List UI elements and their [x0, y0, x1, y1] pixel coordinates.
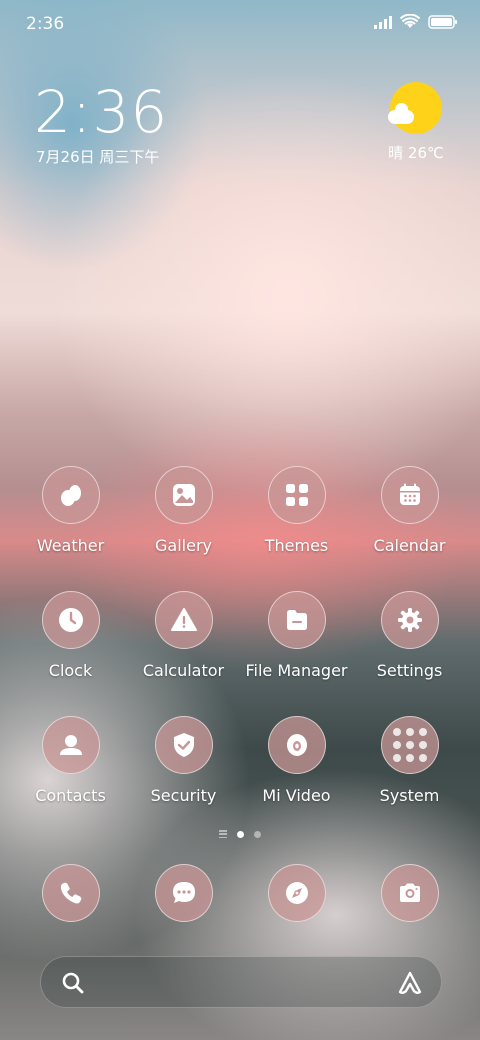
status-time: 2:36 [26, 14, 65, 34]
dock-messages[interactable] [127, 864, 240, 922]
phone-icon [41, 864, 100, 922]
app-label: Weather [36, 536, 105, 555]
app-mi-video[interactable]: Mi Video [240, 716, 353, 805]
weather-condition-temp: 晴 26℃ [388, 144, 444, 162]
search-bar[interactable] [40, 956, 442, 1008]
clock-widget-time[interactable]: 2:36 [34, 78, 168, 146]
clock-widget-date[interactable]: 7月26日 周三下午 [36, 146, 159, 167]
file-manager-icon [267, 591, 326, 649]
search-icon[interactable] [61, 971, 85, 999]
dock-phone[interactable] [14, 864, 127, 922]
app-gallery[interactable]: Gallery [127, 466, 240, 555]
app-calculator[interactable]: Calculator [127, 591, 240, 680]
battery-icon [428, 14, 458, 29]
camera-icon [380, 864, 439, 922]
weather-icon [41, 466, 100, 524]
mi-video-icon [267, 716, 326, 774]
assistant-icon[interactable] [397, 970, 423, 1000]
app-calendar[interactable]: Calendar [353, 466, 466, 555]
app-contacts[interactable]: Contacts [14, 716, 127, 805]
app-settings[interactable]: Settings [353, 591, 466, 680]
status-bar: 2:36 [0, 0, 480, 50]
settings-icon [380, 591, 439, 649]
app-label: File Manager [245, 661, 348, 680]
weather-widget[interactable]: 晴 26℃ [386, 82, 446, 163]
app-label: Mi Video [262, 786, 331, 805]
page-list-icon[interactable] [219, 830, 227, 838]
gallery-icon [154, 466, 213, 524]
themes-icon [267, 466, 326, 524]
app-themes[interactable]: Themes [240, 466, 353, 555]
folder-system[interactable]: System [353, 716, 466, 805]
wifi-icon [400, 14, 420, 29]
app-label: System [379, 786, 440, 805]
app-security[interactable]: Security [127, 716, 240, 805]
app-file-manager[interactable]: File Manager [240, 591, 353, 680]
browser-icon [267, 864, 326, 922]
dock-browser[interactable] [240, 864, 353, 922]
app-label: Security [150, 786, 217, 805]
messages-icon [154, 864, 213, 922]
app-label: Gallery [155, 536, 212, 555]
system-folder-icon [380, 716, 439, 774]
signal-icon [374, 15, 392, 29]
status-icons [374, 14, 458, 29]
app-clock[interactable]: Clock [14, 591, 127, 680]
app-weather[interactable]: Weather [14, 466, 127, 555]
calculator-icon [154, 591, 213, 649]
sunny-icon [388, 82, 442, 134]
clock-icon [41, 591, 100, 649]
app-label: Contacts [35, 786, 106, 805]
page-indicator [0, 830, 480, 838]
app-label: Calendar [373, 536, 446, 555]
page-dot[interactable] [254, 830, 261, 838]
security-icon [154, 716, 213, 774]
calendar-icon [380, 466, 439, 524]
dock-camera[interactable] [353, 864, 466, 922]
app-label: Settings [376, 661, 443, 680]
contacts-icon [41, 716, 100, 774]
app-label: Themes [264, 536, 329, 555]
page-dot-active[interactable] [237, 830, 244, 838]
app-label: Clock [48, 661, 93, 680]
app-label: Calculator [142, 661, 225, 680]
